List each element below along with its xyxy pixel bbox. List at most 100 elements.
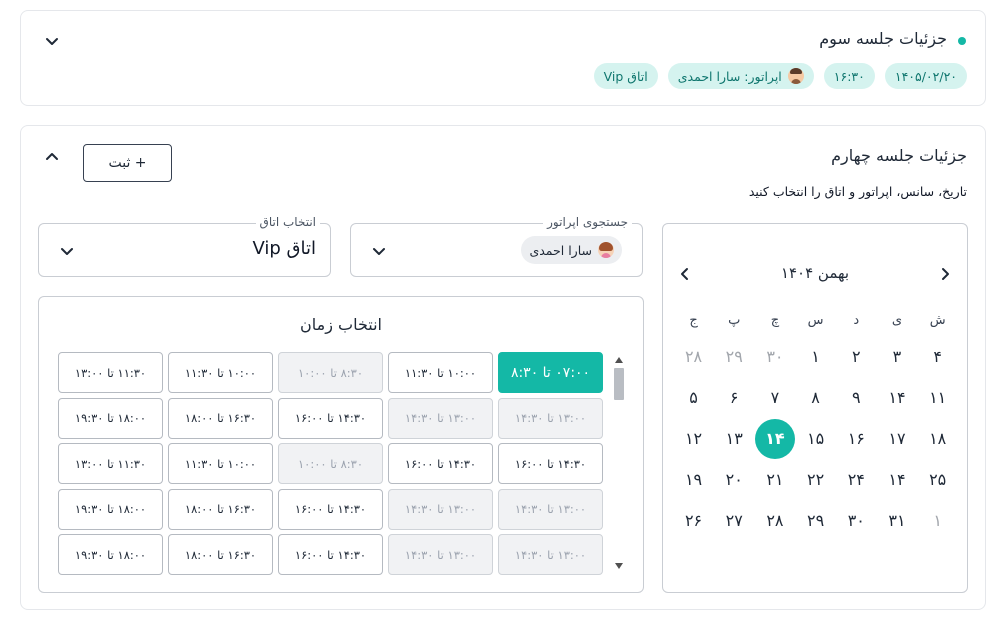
calendar-day[interactable]: ۵: [673, 377, 714, 418]
operator-search-label: جستجوی اپراتور: [543, 215, 632, 229]
time-slot[interactable]: ۱۰:۰۰ تا ۱۱:۳۰: [168, 443, 273, 484]
calendar-day[interactable]: ۳۱: [877, 500, 918, 541]
time-slot: ۸:۳۰ تا ۱۰:۰۰: [278, 443, 383, 484]
time-pill: ۱۶:۳۰: [823, 63, 875, 89]
submit-button[interactable]: + ثبت: [83, 144, 172, 182]
calendar-day[interactable]: ۱۴: [877, 377, 918, 418]
time-slot[interactable]: ۱۰:۰۰ تا ۱۱:۳۰: [388, 352, 493, 393]
time-slot: ۱۳:۰۰ تا ۱۴:۳۰: [388, 397, 493, 439]
time-slot[interactable]: ۱۴:۳۰ تا ۱۶:۰۰: [388, 443, 493, 484]
room-select-value: اتاق Vip: [252, 238, 316, 259]
calendar-day[interactable]: ۱۴: [877, 459, 918, 500]
time-slot[interactable]: ۱۸:۰۰ تا ۱۹:۳۰: [58, 534, 163, 575]
calendar-day[interactable]: ۱: [917, 500, 958, 541]
time-slot: ۱۳:۰۰ تا ۱۴:۳۰: [388, 534, 493, 575]
time-slot[interactable]: ۱۴:۳۰ تا ۱۶:۰۰: [278, 397, 383, 439]
weekday-label: ی: [891, 312, 903, 328]
calendar-day[interactable]: ۲۹: [714, 336, 755, 377]
time-slot[interactable]: ۱۶:۳۰ تا ۱۸:۰۰: [168, 534, 273, 575]
time-slot[interactable]: ۱۰:۰۰ تا ۱۱:۳۰: [168, 352, 273, 393]
calendar-day[interactable]: ۲۰: [714, 459, 755, 500]
room-select-label: انتخاب اتاق: [255, 215, 320, 229]
status-dot: [958, 37, 966, 45]
time-slot[interactable]: ۱۱:۳۰ تا ۱۳:۰۰: [58, 443, 163, 484]
calendar-day[interactable]: ۱۳: [714, 418, 755, 459]
calendar-grid: ش ی د س چ پ ج ۴ ۳ ۲ ۱ ۳۰ ۲۹ ۲۸ ۱۱ ۱۴ ۹ ۸ ۷ ۶ ۵ ۱۸ ۱۷ ۱۶ ۱۵ ۱۴ ۱۳ ۱۲…: [673, 304, 958, 541]
session-4-card: جزئیات جلسه چهارم + ثبت تاریخ، سانس، اپر…: [20, 125, 986, 610]
calendar-day[interactable]: ۱۵: [795, 418, 836, 459]
operator-search-field[interactable]: جستجوی اپراتور سارا احمدی: [350, 215, 643, 277]
time-slot[interactable]: ۱۶:۳۰ تا ۱۸:۰۰: [168, 488, 273, 530]
calendar-day[interactable]: ۲: [836, 336, 877, 377]
date-calendar: بهمن ۱۴۰۴ ش ی د س چ پ ج ۴ ۳ ۲ ۱ ۳۰ ۲۹ ۲۸ ۱۱ ۱۴ ۹ ۸ ۷ ۶ ۵ ۱۸ ۱۷…: [662, 223, 968, 593]
chevron-down-icon[interactable]: [369, 241, 389, 261]
calendar-day[interactable]: ۳۰: [755, 336, 796, 377]
collapse-chevron-up-icon[interactable]: [42, 147, 62, 167]
time-slot-grid: ۰۷:۰۰ تا ۸:۳۰ ۱۰:۰۰ تا ۱۱:۳۰ ۸:۳۰ تا ۱۰:۰۰…: [56, 352, 603, 575]
time-slot[interactable]: ۱۱:۳۰ تا ۱۳:۰۰: [58, 352, 163, 393]
session-4-title: جزئیات جلسه چهارم: [831, 146, 967, 165]
calendar-day[interactable]: ۱۷: [877, 418, 918, 459]
time-slot[interactable]: ۱۴:۳۰ تا ۱۶:۰۰: [278, 534, 383, 575]
time-slot[interactable]: ۱۴:۳۰ تا ۱۶:۰۰: [278, 488, 383, 530]
time-slot[interactable]: ۱۸:۰۰ تا ۱۹:۳۰: [58, 488, 163, 530]
calendar-day[interactable]: ۴: [917, 336, 958, 377]
calendar-day[interactable]: ۲۴: [836, 459, 877, 500]
time-slot-scrollbar[interactable]: [611, 354, 627, 572]
weekday-label: ج: [689, 312, 698, 328]
calendar-day[interactable]: ۱۸: [917, 418, 958, 459]
calendar-day[interactable]: ۹: [836, 377, 877, 418]
calendar-day[interactable]: ۱۲: [673, 418, 714, 459]
date-pill: ۱۴۰۵/۰۲/۲۰: [884, 63, 967, 89]
operator-chip[interactable]: سارا احمدی: [521, 236, 622, 264]
calendar-day[interactable]: ۲۶: [673, 500, 714, 541]
time-picker-title: انتخاب زمان: [300, 315, 382, 334]
weekday-label: د: [853, 312, 860, 328]
scroll-up-icon[interactable]: [615, 357, 623, 363]
time-slot[interactable]: ۰۷:۰۰ تا ۸:۳۰: [498, 352, 603, 393]
calendar-day[interactable]: ۱۹: [673, 459, 714, 500]
calendar-day[interactable]: ۲۱: [755, 459, 796, 500]
time-slot: ۱۳:۰۰ تا ۱۴:۳۰: [498, 534, 603, 575]
time-slot: ۱۳:۰۰ تا ۱۴:۳۰: [498, 488, 603, 530]
time-slot[interactable]: ۱۶:۳۰ تا ۱۸:۰۰: [168, 397, 273, 439]
session-3-card: جزئیات جلسه سوم ۱۴۰۵/۰۲/۲۰ ۱۶:۳۰ اپراتور…: [20, 10, 986, 106]
chevron-down-icon[interactable]: [57, 241, 77, 261]
scroll-thumb[interactable]: [614, 368, 624, 400]
time-picker: انتخاب زمان ۰۷:۰۰ تا ۸:۳۰ ۱۰:۰۰ تا ۱۱:۳۰ ۸…: [38, 296, 644, 593]
calendar-day[interactable]: ۲۸: [755, 500, 796, 541]
calendar-day[interactable]: ۷: [755, 377, 796, 418]
calendar-day[interactable]: ۲۲: [795, 459, 836, 500]
calendar-day[interactable]: ۳: [877, 336, 918, 377]
session-3-summary-pills: ۱۴۰۵/۰۲/۲۰ ۱۶:۳۰ اپراتور: سارا احمدی اتا…: [593, 63, 967, 89]
room-pill: اتاق Vip: [593, 63, 658, 89]
operator-avatar-icon: [598, 242, 614, 258]
scroll-down-icon[interactable]: [615, 563, 623, 569]
time-slot[interactable]: ۱۸:۰۰ تا ۱۹:۳۰: [58, 397, 163, 439]
session-3-title: جزئیات جلسه سوم: [819, 29, 947, 48]
weekday-label: س: [807, 312, 824, 328]
calendar-day[interactable]: ۱: [795, 336, 836, 377]
calendar-day[interactable]: ۱۱: [917, 377, 958, 418]
weekday-label: ش: [929, 312, 946, 328]
calendar-day[interactable]: ۲۸: [673, 336, 714, 377]
instruction-text: تاریخ، سانس، اپراتور و اتاق را انتخاب کن…: [748, 184, 967, 199]
time-slot: ۸:۳۰ تا ۱۰:۰۰: [278, 352, 383, 393]
time-slot[interactable]: ۱۴:۳۰ تا ۱۶:۰۰: [498, 443, 603, 484]
operator-pill: اپراتور: سارا احمدی: [667, 63, 814, 89]
calendar-day[interactable]: ۸: [795, 377, 836, 418]
calendar-day[interactable]: ۲۷: [714, 500, 755, 541]
weekday-label: چ: [770, 312, 780, 328]
calendar-day[interactable]: ۲۹: [795, 500, 836, 541]
calendar-month-label: بهمن ۱۴۰۴: [780, 264, 850, 282]
calendar-day[interactable]: ۳۰: [836, 500, 877, 541]
operator-avatar-icon: [787, 68, 804, 84]
weekday-label: پ: [728, 312, 741, 328]
room-select[interactable]: انتخاب اتاق اتاق Vip: [38, 215, 331, 277]
calendar-day[interactable]: ۶: [714, 377, 755, 418]
calendar-day[interactable]: ۲۵: [917, 459, 958, 500]
prev-month-chevron-right-icon[interactable]: [935, 264, 955, 284]
calendar-day[interactable]: ۱۶: [836, 418, 877, 459]
calendar-day-selected[interactable]: ۱۴: [754, 418, 796, 459]
expand-chevron-down-icon[interactable]: [42, 31, 62, 51]
